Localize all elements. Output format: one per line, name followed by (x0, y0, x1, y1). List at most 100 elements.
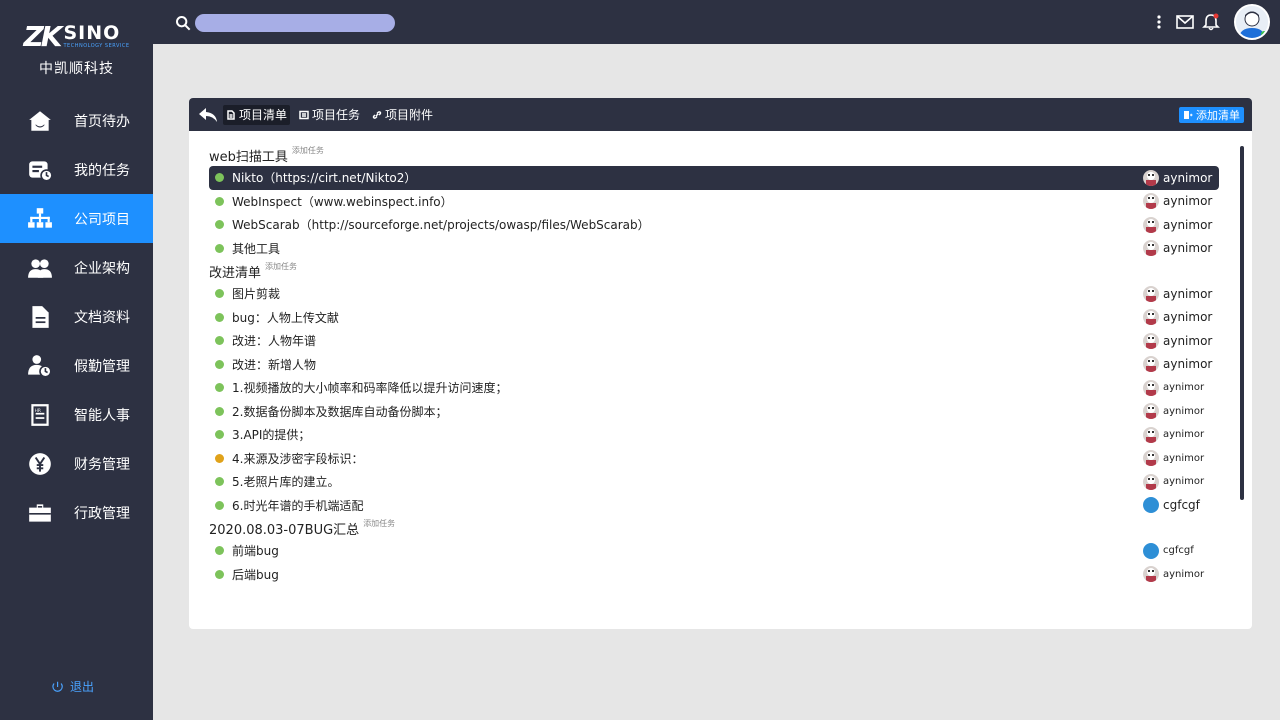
add-task-link[interactable]: 添加任务 (363, 518, 395, 529)
task-row[interactable]: 图片剪裁 aynimor (209, 282, 1219, 306)
task-owner: aynimor (1143, 426, 1204, 443)
briefcase-icon (26, 499, 54, 527)
task-row[interactable]: Nikto（https://cirt.net/Nikto2） aynimor (209, 166, 1219, 190)
tab-label: 项目清单 (239, 108, 288, 122)
search-input[interactable] (195, 14, 395, 32)
add-list-label: 添加清单 (1196, 109, 1240, 122)
task-owner: aynimor (1143, 309, 1212, 326)
top-bar (153, 0, 1280, 44)
sidebar-item-company-projects[interactable]: 公司项目 (0, 194, 153, 243)
logo-sino: SINO (63, 22, 121, 44)
task-name: Nikto（https://cirt.net/Nikto2） (232, 171, 417, 186)
owner-avatar (1143, 240, 1159, 257)
sidebar-item-home[interactable]: 首页待办 (0, 96, 153, 145)
task-name: 其他工具 (232, 241, 281, 256)
scrollbar[interactable] (1240, 146, 1244, 500)
bell-icon[interactable] (1198, 0, 1224, 44)
avatar[interactable] (1234, 4, 1270, 40)
owner-avatar (1143, 473, 1159, 490)
status-dot (215, 336, 224, 346)
sidebar-item-label: 公司项目 (74, 211, 130, 228)
task-row[interactable]: 5.老照片库的建立。 aynimor (209, 470, 1219, 494)
task-owner: aynimor (1143, 473, 1204, 490)
sidebar-item-label: 文档资料 (74, 309, 130, 326)
task-row[interactable]: 2.数据备份脚本及数据库自动备份脚本； aynimor (209, 400, 1219, 424)
tab-label: 项目任务 (312, 108, 361, 122)
task-owner: aynimor (1143, 450, 1204, 467)
hr-icon: HR (26, 401, 54, 429)
sidebar-item-smart-hr[interactable]: HR 智能人事 (0, 390, 153, 439)
task-row[interactable]: 6.时光年谱的手机端适配 cgfcgf (209, 494, 1219, 518)
more-icon[interactable] (1146, 0, 1172, 44)
status-dot (215, 243, 224, 253)
owner-avatar (1143, 450, 1159, 467)
task-owner: aynimor (1143, 379, 1204, 396)
task-row[interactable]: WebInspect（www.webinspect.info） aynimor (209, 190, 1219, 214)
status-dot (215, 477, 224, 487)
task-row[interactable]: 3.API的提供； aynimor (209, 423, 1219, 447)
owner-avatar (1143, 566, 1159, 583)
owner-avatar (1143, 379, 1159, 396)
status-dot (215, 453, 224, 463)
svg-text:HR: HR (35, 407, 41, 413)
add-task-link[interactable]: 添加任务 (265, 261, 297, 272)
task-row[interactable]: 4.来源及涉密字段标识： aynimor (209, 447, 1219, 471)
task-owner: aynimor (1143, 169, 1213, 186)
company-name: 中凯顺科技 (39, 61, 114, 77)
task-owner: aynimor (1143, 285, 1212, 302)
owner-name: aynimor (1163, 568, 1205, 580)
owner-name: cgfcgf (1163, 545, 1194, 557)
sidebar-item-documents[interactable]: 文档资料 (0, 292, 153, 341)
tab-project-list[interactable]: 项目清单 (223, 104, 291, 125)
status-dot (215, 196, 224, 206)
owner-avatar (1143, 169, 1159, 186)
task-name: 6.时光年谱的手机端适配 (232, 498, 364, 513)
logout-label: 退出 (70, 680, 95, 694)
owner-name: cgfcgf (1163, 498, 1200, 513)
task-name: 前端bug (232, 544, 279, 559)
task-row[interactable]: 1.视频播放的大小帧率和码率降低以提升访问速度； aynimor (209, 376, 1219, 400)
search-icon[interactable] (175, 15, 191, 31)
sidebar-item-org-structure[interactable]: 企业架构 (0, 243, 153, 292)
owner-avatar (1143, 542, 1159, 559)
sidebar-item-finance[interactable]: 财务管理 (0, 439, 153, 488)
task-row[interactable]: WebScarab（http://sourceforge.net/project… (209, 213, 1219, 237)
back-button[interactable] (197, 104, 219, 126)
sidebar: ZK SINO TECHNOLOGY SERVICE 中凯顺科技 首页待办 我的… (0, 0, 153, 720)
link-icon (372, 110, 382, 119)
yen-icon (26, 450, 54, 478)
task-row[interactable]: 改进：人物年谱 aynimor (209, 329, 1219, 353)
group-title: web扫描工具 添加任务 (209, 144, 1219, 166)
owner-name: aynimor (1163, 194, 1213, 209)
owner-name: aynimor (1163, 170, 1213, 185)
status-dot (215, 406, 224, 416)
top-actions (1146, 0, 1280, 44)
task-name: WebInspect（www.webinspect.info） (232, 194, 453, 209)
user-clock-icon (26, 352, 54, 380)
task-row[interactable]: 前端bug cgfcgf (209, 539, 1219, 563)
tab-project-tasks[interactable]: 项目任务 (296, 105, 363, 125)
task-owner: aynimor (1143, 216, 1213, 233)
logout-button[interactable]: 退出 (50, 678, 94, 695)
sidebar-item-my-tasks[interactable]: 我的任务 (0, 145, 153, 194)
sidebar-item-admin[interactable]: 行政管理 (0, 488, 153, 537)
group-title-text: web扫描工具 (209, 149, 288, 165)
task-row[interactable]: bug：人物上传文献 aynimor (209, 306, 1219, 330)
owner-avatar (1143, 356, 1159, 373)
task-row[interactable]: 改进：新增人物 aynimor (209, 353, 1219, 377)
add-list-button[interactable]: 添加清单 (1179, 107, 1244, 123)
tab-project-attachments[interactable]: 项目附件 (369, 105, 436, 125)
doc-icon (227, 109, 235, 120)
logo-zk: ZK (23, 19, 62, 53)
sidebar-nav: 首页待办 我的任务 公司项目 企业架构 文档资料 假勤管理 HR 智能人事 财务… (0, 96, 153, 537)
add-task-link[interactable]: 添加任务 (292, 145, 324, 156)
task-row[interactable]: 后端bug aynimor (209, 563, 1219, 587)
task-owner: cgfcgf (1143, 542, 1194, 559)
sidebar-item-label: 假勤管理 (74, 358, 130, 375)
mail-icon[interactable] (1172, 0, 1198, 44)
document-icon (26, 303, 54, 331)
owner-avatar (1143, 285, 1159, 302)
task-row[interactable]: 其他工具 aynimor (209, 237, 1219, 261)
owner-name: aynimor (1163, 217, 1213, 232)
sidebar-item-attendance[interactable]: 假勤管理 (0, 341, 153, 390)
